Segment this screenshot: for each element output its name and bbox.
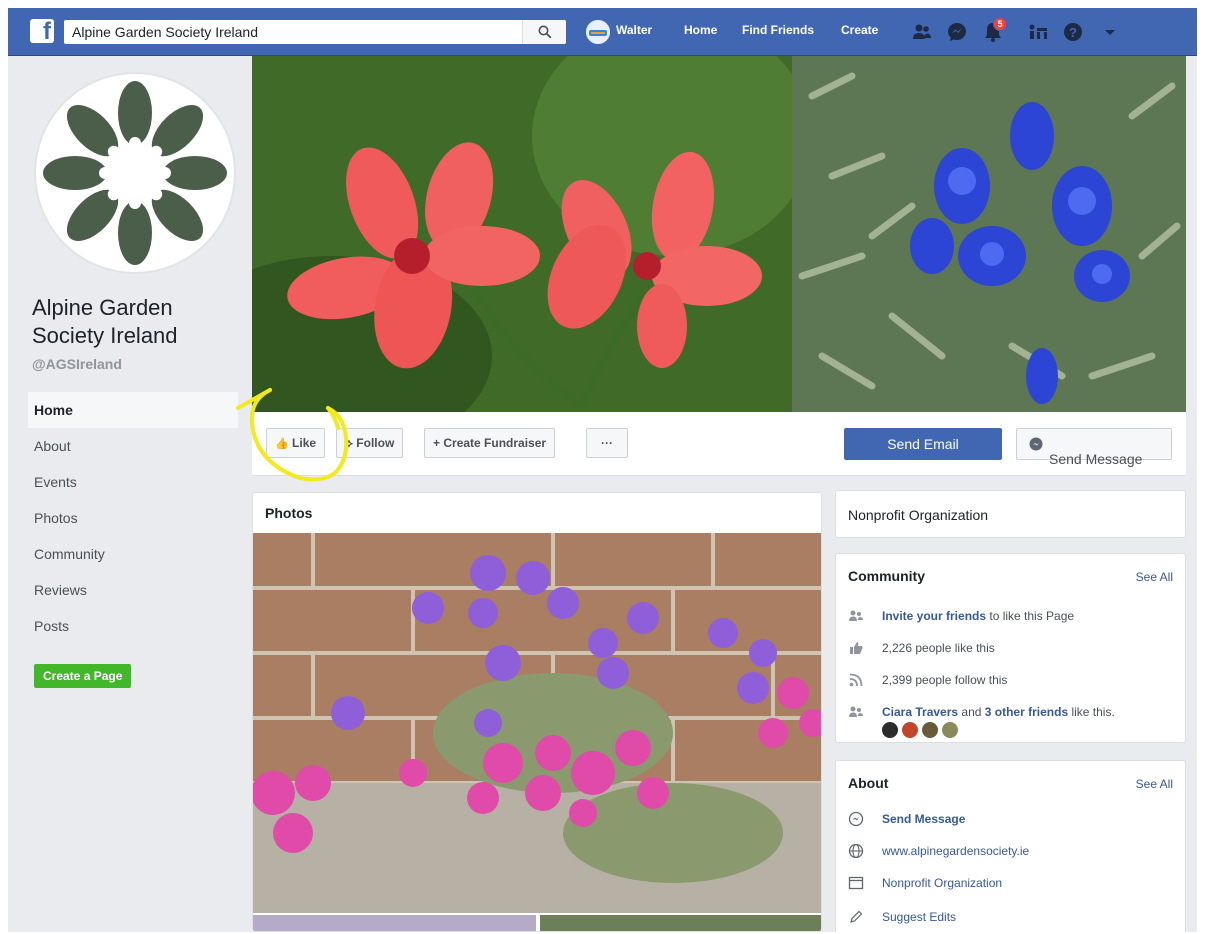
create-a-page-button[interactable]: Create a Page [34,664,132,688]
nav-find-friends-link[interactable]: Find Friends [742,23,814,37]
facebook-page: f Walter Home Find Friends Create 5 [8,8,1197,932]
friend-avatar[interactable] [882,722,898,738]
category-label[interactable]: Nonprofit Organization [848,507,988,523]
sidebar-item-posts[interactable]: Posts [28,608,238,644]
photo-thumbnail[interactable] [540,915,821,931]
like-button[interactable]: 👍 Like [266,428,326,458]
page-side-navigation: Home About Events Photos Community Revie… [28,392,238,644]
sidebar-item-photos[interactable]: Photos [28,500,238,536]
plus-icon: + [433,436,441,450]
page-handle[interactable]: @AGSIreland [32,356,122,372]
sidebar-item-about[interactable]: About [28,428,238,464]
globe-icon [848,843,864,859]
like-label: Like [292,436,317,450]
notifications-icon[interactable]: 5 [981,17,1007,44]
create-fundraiser-label: Create Fundraiser [443,436,547,450]
search-box [64,20,566,44]
sidebar-item-reviews[interactable]: Reviews [28,572,238,608]
category-card: Nonprofit Organization [835,490,1186,538]
community-title[interactable]: Community [848,568,925,584]
browser-window-icon [848,876,864,890]
page-profile-picture[interactable] [34,72,236,274]
notification-badge: 5 [993,17,1007,31]
photos-card-title[interactable]: Photos [265,505,312,521]
sidebar-item-events[interactable]: Events [28,464,238,500]
friend-avatars [882,722,962,738]
featured-photo[interactable] [253,533,821,913]
thumbs-up-icon: 👍 [275,438,289,450]
cover-photo[interactable] [252,56,1186,412]
messenger-icon[interactable] [945,20,969,44]
messenger-icon [1029,437,1043,451]
community-see-all-link[interactable]: See All [1136,570,1173,584]
nav-home-link[interactable]: Home [684,23,717,37]
likes-count: 2,226 people like this [882,641,995,655]
cover-photo-blue-gentians [792,56,1186,412]
people-icon [849,610,863,621]
search-input[interactable] [64,20,524,44]
facebook-logo-icon[interactable]: f [30,18,54,45]
svg-text:?: ? [1069,25,1077,40]
account-menu-chevron-down-icon[interactable] [1098,20,1122,44]
create-fundraiser-button[interactable]: + Create Fundraiser [424,428,556,458]
suggest-edits-link[interactable]: Suggest Edits [882,910,956,924]
sidebar-item-community[interactable]: Community [28,536,238,572]
search-button[interactable] [522,20,566,44]
follow-button[interactable]: ⟡ Follow [336,428,404,458]
people-icon [849,706,863,717]
invite-friends-link[interactable]: Invite your friends [882,609,986,623]
about-see-all-link[interactable]: See All [1136,777,1173,791]
ags-flower-logo-icon [43,81,227,265]
page-action-bar: 👍 Like ⟡ Follow + Create Fundraiser ··· … [252,412,1186,476]
about-send-message-link[interactable]: Send Message [882,812,965,826]
cover-photo-red-flowers [252,56,792,412]
sidebar-item-home[interactable]: Home [28,392,238,428]
photo-thumbnail-strip [253,915,821,931]
follow-label: Follow [356,436,395,450]
other-friends-link[interactable]: 3 other friends [985,705,1068,719]
photos-card: Photos [252,492,822,932]
rss-icon [849,673,863,687]
follows-count: 2,399 people follow this [882,673,1008,687]
send-message-label: Send Message [1049,451,1143,467]
people-you-may-know-icon[interactable] [1026,20,1050,44]
invite-friends-text: to like this Page [986,609,1075,623]
messenger-icon [848,811,864,827]
website-link[interactable]: www.alpinegardensociety.ie [882,844,1029,858]
page-title: Alpine Garden Society Ireland [32,295,178,348]
about-title[interactable]: About [848,775,888,791]
pencil-icon [850,910,863,923]
send-message-button[interactable]: Send Message [1016,428,1172,467]
top-navigation-bar: f Walter Home Find Friends Create 5 [8,8,1197,56]
friend-requests-icon[interactable] [910,20,934,44]
rss-icon: ⟡ [345,436,353,450]
help-icon[interactable]: ? [1061,20,1085,44]
more-options-button[interactable]: ··· [586,428,628,458]
about-category-link[interactable]: Nonprofit Organization [882,876,1002,890]
friends-tail-text: like this. [1068,705,1115,719]
profile-avatar [586,20,610,44]
community-card: Community See All Invite your friends to… [835,553,1186,743]
send-email-button[interactable]: Send Email [844,428,1002,460]
about-card: About See All Send Message www.alpinegar… [835,760,1186,932]
photo-thumbnail[interactable] [253,915,536,931]
friends-mid-text: and [958,705,985,719]
friend-avatar[interactable] [942,722,958,738]
nav-create-link[interactable]: Create [841,23,878,37]
friend-avatar[interactable] [922,722,938,738]
friend-name-link[interactable]: Ciara Travers [882,705,958,719]
thumbs-up-icon [850,642,863,654]
friend-avatar[interactable] [902,722,918,738]
search-icon [538,25,552,39]
nav-profile-name: Walter [616,23,653,37]
